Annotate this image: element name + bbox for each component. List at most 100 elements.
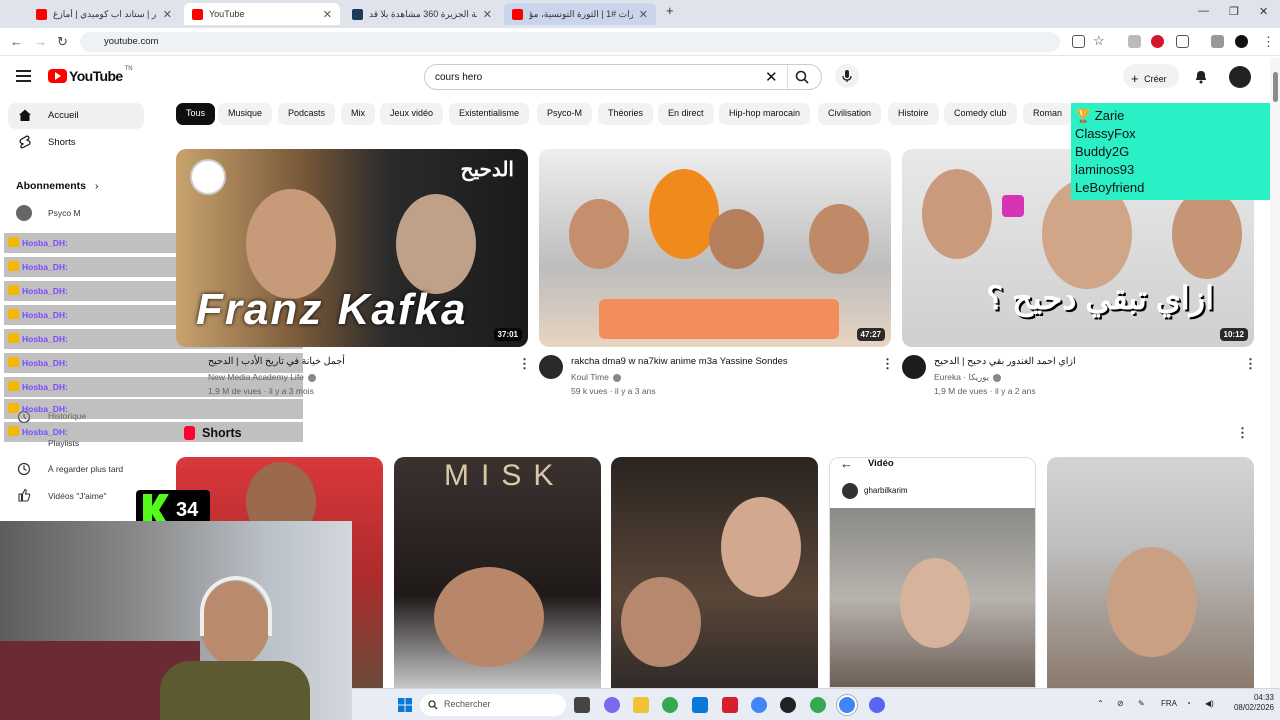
close-icon[interactable]: ✕ bbox=[323, 8, 332, 21]
more-vert-icon[interactable]: ⋮ bbox=[1236, 425, 1249, 441]
profile-avatar[interactable] bbox=[1235, 35, 1248, 48]
network-icon[interactable]: ⊘ bbox=[1117, 699, 1124, 708]
windows-start-icon[interactable] bbox=[398, 698, 412, 712]
chip-mix[interactable]: Mix bbox=[341, 103, 375, 125]
chip-civilisation[interactable]: Civilisation bbox=[818, 103, 882, 125]
browser-tab[interactable]: منصة الجزيرة 360 مشاهدة بلا قد ✕ bbox=[344, 3, 500, 25]
pen-icon[interactable]: ✎ bbox=[1138, 699, 1145, 708]
video-title[interactable]: rakcha dma9 w na7kiw anime m3a Yassine S… bbox=[571, 356, 788, 367]
more-vert-icon[interactable]: ⋮ bbox=[518, 356, 531, 372]
chip-jeux-video[interactable]: Jeux vidéo bbox=[380, 103, 444, 125]
window-close-button[interactable]: ✕ bbox=[1259, 5, 1268, 18]
wifi-icon[interactable]: ◔ bbox=[1186, 699, 1191, 708]
thumbnail-label: الدحيح bbox=[460, 159, 514, 181]
tab-title: YouTube bbox=[209, 9, 245, 19]
close-icon[interactable]: ✕ bbox=[483, 8, 492, 21]
video-title[interactable]: ازاي احمد الغندور بقي دحيح | الدحيح bbox=[934, 356, 1076, 367]
chip-hip-hop-marocain[interactable]: Hip-hop marocain bbox=[719, 103, 811, 125]
obs-icon[interactable] bbox=[780, 697, 796, 713]
channel-avatar[interactable] bbox=[539, 355, 563, 379]
chip-existentialisme[interactable]: Existentialisme bbox=[449, 103, 530, 125]
chip-comedy-club[interactable]: Comedy club bbox=[944, 103, 1017, 125]
close-icon[interactable]: ✕ bbox=[163, 8, 172, 21]
extensions-puzzle-icon[interactable] bbox=[1176, 35, 1189, 48]
maximize-button[interactable]: ❐ bbox=[1229, 5, 1239, 18]
chip-musique[interactable]: Musique bbox=[218, 103, 273, 125]
chevron-up-icon[interactable]: ⌃ bbox=[1097, 699, 1104, 708]
volume-icon[interactable]: ◀) bbox=[1205, 699, 1214, 708]
search-input[interactable]: cours hero ✕ bbox=[424, 64, 822, 90]
more-vert-icon[interactable]: ⋮ bbox=[1262, 34, 1275, 50]
video-channel[interactable]: New Media Academy Life bbox=[208, 372, 316, 382]
video-thumbnail[interactable]: 47:27 bbox=[539, 149, 891, 347]
video-channel[interactable]: Eureka · يوريكا bbox=[934, 372, 1002, 383]
chrome-icon[interactable] bbox=[751, 697, 767, 713]
taskbar-search[interactable]: Rechercher bbox=[420, 694, 566, 716]
short-thumbnail[interactable] bbox=[611, 457, 818, 688]
chat-username: Hosba_DH: bbox=[22, 427, 68, 437]
youtube-logo[interactable]: YouTube TN bbox=[48, 66, 133, 84]
browser-tab-active[interactable]: YouTube ✕ bbox=[184, 3, 340, 25]
short-thumbnail[interactable] bbox=[1047, 457, 1254, 688]
short-thumbnail[interactable]: MISK bbox=[394, 457, 601, 688]
discord-icon[interactable] bbox=[869, 697, 885, 713]
sidebar-item-watch-later[interactable]: À regarder plus tard bbox=[48, 464, 123, 474]
channel-avatar[interactable] bbox=[902, 355, 926, 379]
install-app-icon[interactable] bbox=[1072, 35, 1085, 48]
chrome-icon[interactable] bbox=[810, 697, 826, 713]
extension-icon[interactable] bbox=[1128, 35, 1141, 48]
chip-psyco-m[interactable]: Psyco-M bbox=[537, 103, 593, 125]
create-button[interactable]: + Créer bbox=[1123, 64, 1179, 88]
subscriptions-heading[interactable]: Abonnements › bbox=[16, 180, 98, 192]
notifications-bell-icon[interactable] bbox=[1193, 68, 1209, 84]
chip-roman[interactable]: Roman bbox=[1023, 103, 1073, 125]
back-arrow-icon[interactable]: ← bbox=[10, 34, 23, 49]
close-icon[interactable]: ✕ bbox=[639, 8, 648, 21]
chip-theories[interactable]: Théories bbox=[598, 103, 654, 125]
browser-tab[interactable]: مؤامرات #1 | الثورة التونسية، مؤ ✕ bbox=[504, 3, 656, 25]
video-title[interactable]: أجمل خيانة في تاريخ الأدب | الدحيح bbox=[208, 356, 345, 367]
chip-histoire[interactable]: Histoire bbox=[888, 103, 939, 125]
sidebar-item-shorts[interactable]: Shorts bbox=[8, 130, 144, 156]
media-control-icon[interactable] bbox=[1211, 35, 1224, 48]
sidebar-item-liked-videos[interactable]: Vidéos "J'aime" bbox=[48, 491, 107, 501]
store-icon[interactable] bbox=[692, 697, 708, 713]
channel-avatar bbox=[16, 205, 32, 221]
search-icon[interactable] bbox=[795, 70, 809, 84]
scrollbar-thumb[interactable] bbox=[1273, 72, 1278, 102]
sidebar-item-home[interactable]: Accueil bbox=[8, 103, 144, 129]
forward-arrow-icon[interactable]: → bbox=[34, 34, 47, 49]
language-indicator[interactable]: FRA bbox=[1161, 699, 1177, 708]
clock[interactable]: 04:33 08/02/2026 bbox=[1230, 693, 1274, 713]
url-field[interactable]: youtube.com bbox=[80, 32, 1060, 52]
more-vert-icon[interactable]: ⋮ bbox=[881, 356, 894, 372]
chip-en-direct[interactable]: En direct bbox=[658, 103, 714, 125]
clock-time: 04:33 bbox=[1253, 693, 1274, 702]
minimize-button[interactable]: — bbox=[1198, 5, 1209, 17]
reload-icon[interactable]: ↻ bbox=[57, 34, 68, 50]
chip-tous[interactable]: Tous bbox=[176, 103, 216, 125]
bookmark-star-icon[interactable]: ☆ bbox=[1093, 33, 1105, 49]
app-icon[interactable] bbox=[722, 697, 738, 713]
browser-tab[interactable]: ميتا نادر | ستاند اب كوميدي | أمازغ ✕ bbox=[28, 3, 180, 25]
clear-search-icon[interactable]: ✕ bbox=[765, 68, 778, 86]
chat-username: Hosba_DH: bbox=[22, 286, 68, 296]
sidebar-channel-psyco-m[interactable]: Psyco M bbox=[48, 208, 81, 218]
voice-search-button[interactable] bbox=[835, 64, 859, 88]
video-thumbnail[interactable]: الدحيح Franz Kafka 37:01 bbox=[176, 149, 528, 347]
task-view-icon[interactable] bbox=[574, 697, 590, 713]
file-explorer-icon[interactable] bbox=[633, 697, 649, 713]
short-thumbnail[interactable]: ← Vidéo gharbilkarim bbox=[829, 457, 1036, 688]
chip-podcasts[interactable]: Podcasts bbox=[278, 103, 336, 125]
chrome-icon[interactable] bbox=[662, 697, 678, 713]
video-channel[interactable]: Koul Time bbox=[571, 372, 621, 382]
chrome-icon-active[interactable] bbox=[839, 697, 855, 713]
extension-icon[interactable] bbox=[1151, 35, 1164, 48]
page-scrollbar[interactable] bbox=[1270, 58, 1280, 688]
more-vert-icon[interactable]: ⋮ bbox=[1244, 356, 1257, 372]
copilot-icon[interactable] bbox=[604, 697, 620, 713]
search-value: cours hero bbox=[435, 72, 483, 83]
new-tab-button[interactable]: + bbox=[666, 3, 674, 18]
account-avatar[interactable] bbox=[1229, 66, 1251, 88]
hamburger-menu-icon[interactable] bbox=[16, 70, 31, 82]
